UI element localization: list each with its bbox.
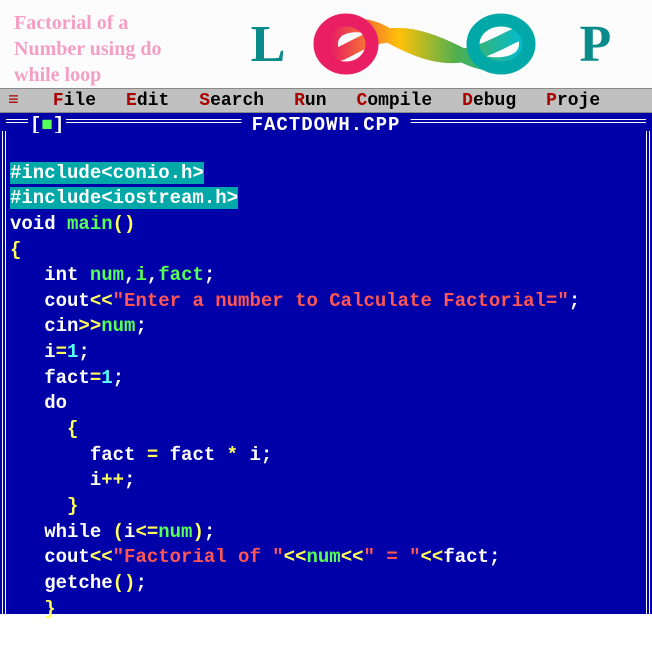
- code-line: i++;: [10, 469, 135, 491]
- code-line: getche();: [10, 572, 147, 594]
- menu-search[interactable]: Search: [199, 91, 264, 111]
- code-line: {: [10, 239, 21, 261]
- logo-letter-p: P: [579, 15, 611, 74]
- code-line: int num,i,fact;: [10, 264, 215, 286]
- code-area[interactable]: #include<conio.h> #include<iostream.h> v…: [10, 135, 642, 648]
- code-line: cout<<"Factorial of "<<num<<" = "<<fact;: [10, 546, 500, 568]
- logo-letter-l: L: [251, 15, 286, 74]
- code-line: cout<<"Enter a number to Calculate Facto…: [10, 290, 580, 312]
- menu-file[interactable]: File: [53, 91, 96, 111]
- code-line: }: [10, 495, 78, 517]
- code-line: {: [10, 418, 78, 440]
- code-line: fact = fact * i;: [10, 444, 272, 466]
- code-line: do: [10, 392, 67, 414]
- logo-area: L P: [210, 0, 652, 88]
- code-line: }: [10, 598, 56, 620]
- page-header: Factorial of a Number using do while loo…: [0, 0, 652, 88]
- window-frame-top: [■] FACTDOWH.CPP: [0, 113, 652, 133]
- code-line: i=1;: [10, 341, 90, 363]
- menu-compile[interactable]: Compile: [357, 91, 433, 111]
- menu-bar: ≡ File Edit Search Run Compile Debug Pro…: [0, 88, 652, 113]
- menu-debug[interactable]: Debug: [462, 91, 516, 111]
- menu-run[interactable]: Run: [294, 91, 326, 111]
- system-menu-icon[interactable]: ≡: [4, 91, 23, 111]
- code-line: #include<iostream.h>: [10, 187, 238, 209]
- code-line: #include<conio.h>: [10, 162, 204, 184]
- menu-edit[interactable]: Edit: [126, 91, 169, 111]
- ide-editor: [■] FACTDOWH.CPP #include<conio.h> #incl…: [0, 113, 652, 614]
- filename-label: FACTDOWH.CPP: [242, 113, 411, 133]
- code-line: while (i<=num);: [10, 521, 215, 543]
- title-box: Factorial of a Number using do while loo…: [0, 0, 210, 88]
- window-close-control[interactable]: [■]: [28, 113, 66, 133]
- code-line: void main(): [10, 213, 135, 235]
- page-title: Factorial of a Number using do while loo…: [14, 10, 196, 88]
- window-frame-right: [646, 131, 650, 614]
- code-line: fact=1;: [10, 367, 124, 389]
- menu-project[interactable]: Proje: [546, 91, 600, 111]
- window-frame-left: [2, 131, 6, 614]
- loop-logo-icon: [291, 9, 561, 79]
- code-line: cin>>num;: [10, 315, 147, 337]
